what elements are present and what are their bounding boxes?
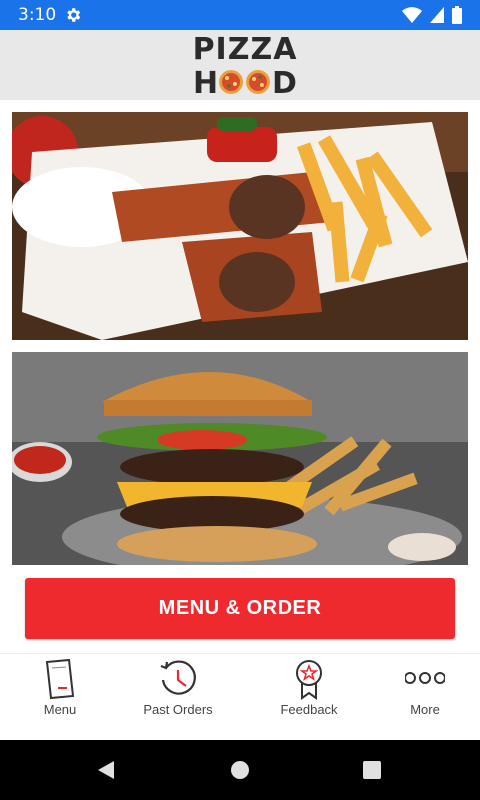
settings-gear-icon xyxy=(67,8,81,22)
nav-item-feedback[interactable]: Feedback xyxy=(249,654,369,738)
recent-apps-icon[interactable] xyxy=(362,760,382,780)
history-clock-icon xyxy=(160,660,196,695)
nav-label-feedback: Feedback xyxy=(280,702,338,717)
status-bar: 3:10 xyxy=(0,0,480,30)
nav-label-past-orders: Past Orders xyxy=(143,702,213,717)
app-header: PIZZA H D xyxy=(0,30,480,100)
nav-item-past-orders[interactable]: Past Orders xyxy=(118,654,238,738)
nav-label-more: More xyxy=(410,702,440,717)
award-star-icon xyxy=(296,660,322,700)
menu-and-order-button[interactable]: MENU & ORDER xyxy=(25,578,455,639)
brand-logo: PIZZA H D xyxy=(190,32,300,98)
signal-icon xyxy=(430,7,444,23)
status-time: 3:10 xyxy=(18,5,57,25)
logo-text-bottom: H D xyxy=(193,66,297,97)
svg-text:H: H xyxy=(193,66,218,97)
menu-book-icon xyxy=(45,658,75,700)
back-icon[interactable] xyxy=(96,760,116,780)
cta-area: MENU & ORDER xyxy=(0,565,480,653)
system-nav-bar xyxy=(0,740,480,800)
home-icon[interactable] xyxy=(230,760,250,780)
battery-icon xyxy=(452,6,462,24)
wifi-icon xyxy=(402,7,422,23)
logo-text-top: PIZZA xyxy=(192,32,298,67)
promo-image-burger xyxy=(12,352,468,565)
promo-image-wrap xyxy=(12,112,468,340)
nav-item-more[interactable]: More xyxy=(365,654,480,738)
nav-item-menu[interactable]: Menu xyxy=(0,654,120,738)
more-dots-icon xyxy=(405,672,445,684)
svg-text:D: D xyxy=(272,66,297,97)
bottom-nav: Menu Past Orders Feedback More xyxy=(0,653,480,738)
nav-label-menu: Menu xyxy=(43,702,77,717)
